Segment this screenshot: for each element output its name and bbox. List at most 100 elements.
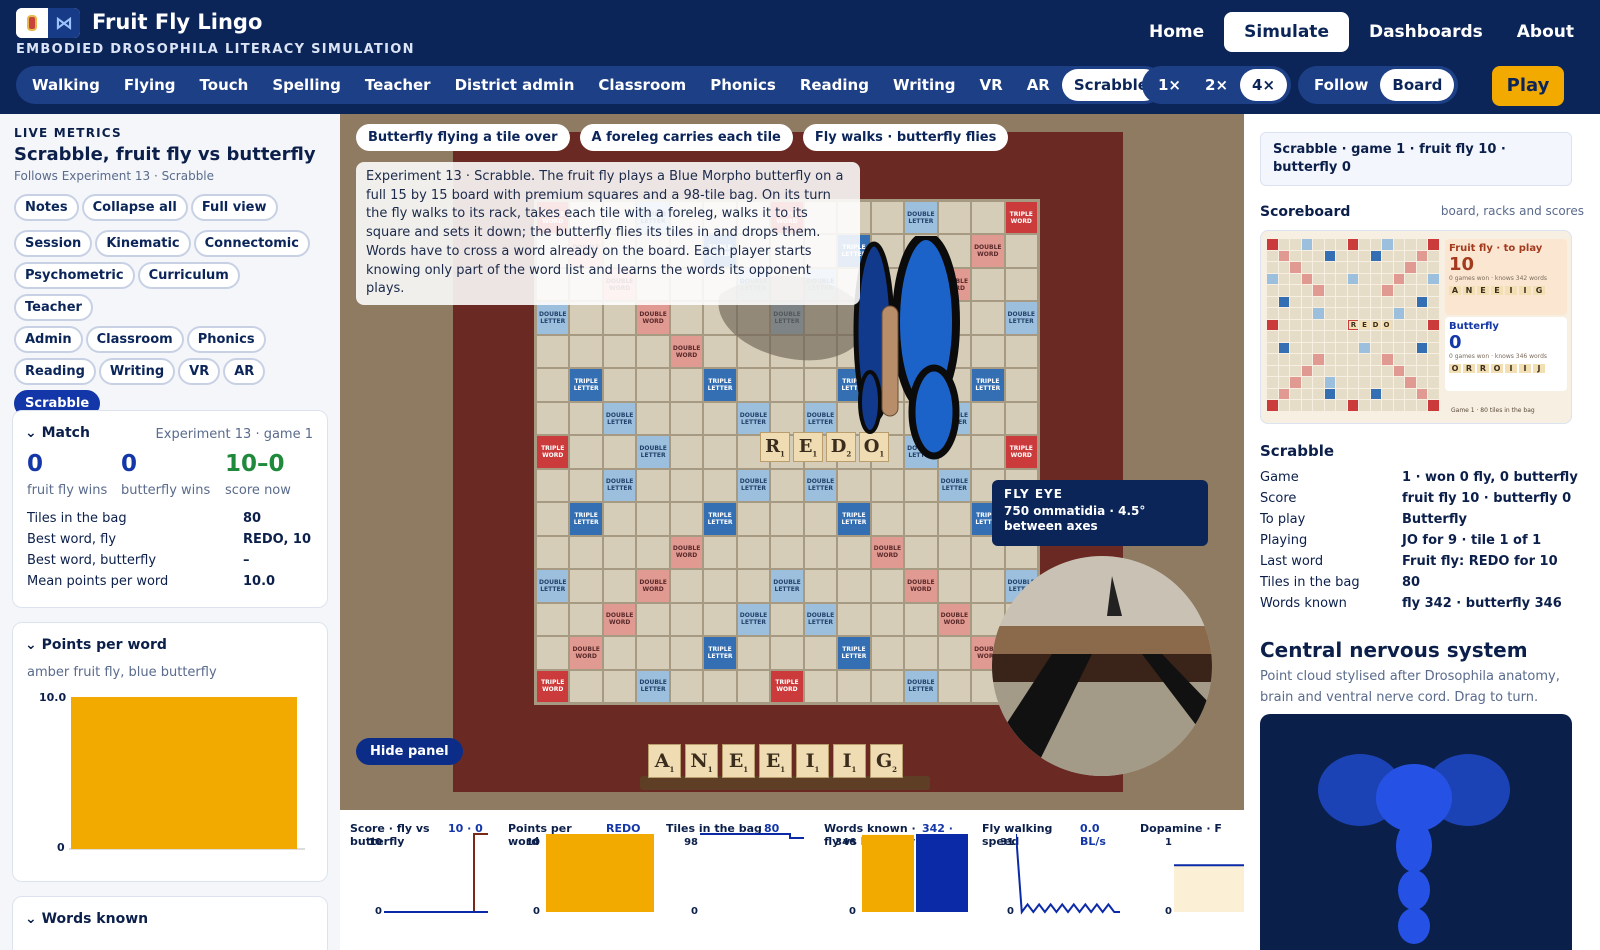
panel-chip-connectomic[interactable]: Connectomic [193,230,310,257]
stat-label: Last word [1260,554,1324,569]
mini-square [1416,262,1428,273]
mode-tab-walking[interactable]: Walking [20,69,112,101]
mini-square [1393,239,1405,250]
mode-tab-touch[interactable]: Touch [188,69,261,101]
mini-square [1313,377,1324,388]
panel-chip-reading[interactable]: Reading [14,358,96,385]
butterfly-logo-icon: ⋈ [48,8,80,38]
mini-square [1347,354,1359,365]
mini-bf-score: 0 [1449,332,1462,353]
mode-tab-flying[interactable]: Flying [112,69,188,101]
panel-chip-ar[interactable]: AR [223,358,266,385]
metric-y-min: 0 [375,906,382,917]
mini-square [1290,296,1301,308]
nav-home[interactable]: Home [1135,12,1218,52]
match-toggle[interactable]: ⌄ Match [25,425,90,441]
board-square [771,402,803,435]
board-square [570,570,602,602]
board-square-dw: DOUBLE WORD [905,570,937,602]
chip-full-view[interactable]: Full view [190,194,278,221]
speed-tab-3[interactable]: 4× [1240,69,1288,101]
mini-square [1313,342,1324,354]
mini-square [1324,285,1336,296]
match-row-label: Tiles in the bag [27,511,127,526]
panel-chip-session[interactable]: Session [14,230,93,257]
panel-chip-psychometric[interactable]: Psychometric [14,262,135,289]
board-square [603,570,636,602]
rack-tile[interactable]: A1 [648,744,681,778]
rack-tile[interactable]: E1 [759,744,792,778]
hide-panel-button[interactable]: Hide panel [356,738,463,765]
mode-tab-ar[interactable]: AR [1015,69,1062,101]
metric-card-score-fly-vs-butterfly: Score · fly vs butterfly 10 · 0 10 0 [344,818,494,948]
mini-square [1370,400,1382,411]
mini-square [1416,285,1428,296]
mode-tab-district-admin[interactable]: District admin [443,69,587,101]
tile-letter: I [842,750,852,772]
mini-square [1370,342,1382,354]
board-square-tl: TRIPLE LETTER [972,369,1004,401]
panel-chip-writing[interactable]: Writing [98,358,176,385]
match-row-value: 10.0 [243,574,276,589]
board-square [972,402,1004,435]
cns-viewer[interactable] [1260,714,1572,950]
panel-chip-kinematic[interactable]: Kinematic [95,230,191,257]
metric-card-dopamine-f: Dopamine · F10 [1134,818,1244,948]
mini-square [1278,377,1290,388]
panel-chip-phonics[interactable]: Phonics [186,326,266,353]
nav-about[interactable]: About [1503,12,1588,52]
mode-tab-classroom[interactable]: Classroom [586,69,698,101]
mode-tab-teacher[interactable]: Teacher [353,69,443,101]
board-square [1005,369,1037,401]
mini-word-tile: R [1349,321,1358,329]
rack-tile[interactable]: I1 [796,744,829,778]
mini-square [1359,354,1370,365]
mini-square [1405,250,1416,262]
board-square [972,202,1004,234]
chip-notes[interactable]: Notes [14,194,79,221]
board-square [905,536,937,569]
play-button[interactable]: Play [1492,66,1564,106]
metric-card-points-per-word: Points per wordREDO 10100 [502,818,654,948]
nav-dashboards[interactable]: Dashboards [1355,12,1497,52]
chip-collapse-all[interactable]: Collapse all [81,194,188,221]
speed-tab-1[interactable]: 1× [1146,69,1193,101]
camera-tab-board[interactable]: Board [1380,69,1455,101]
panel-chip-curriculum[interactable]: Curriculum [137,262,240,289]
rack-tile[interactable]: N1 [685,744,718,778]
mini-square [1347,377,1359,388]
mode-tab-reading[interactable]: Reading [788,69,881,101]
board-square [938,570,971,602]
board-square [804,369,837,401]
mini-rack-tile: I [1505,286,1517,295]
mode-tab-spelling[interactable]: Spelling [260,69,353,101]
words-known-toggle[interactable]: ⌄ Words known [25,911,148,927]
mini-square [1416,388,1428,400]
mini-square [1347,400,1359,411]
panel-chip-admin[interactable]: Admin [14,326,83,353]
ppw-toggle[interactable]: ⌄ Points per word [25,637,167,653]
board-square-tl: TRIPLE LETTER [704,369,736,401]
board-square [570,670,602,702]
nav-simulate[interactable]: Simulate [1224,12,1349,52]
rack-tile[interactable]: G2 [870,744,903,778]
mini-fly-rack: ANEEIIG [1449,286,1563,295]
rack-tile[interactable]: E1 [722,744,755,778]
mode-tab-vr[interactable]: VR [968,69,1015,101]
mini-square [1313,239,1324,250]
camera-tab-follow[interactable]: Follow [1302,69,1380,101]
board-square [637,402,669,435]
mode-tab-writing[interactable]: Writing [881,69,968,101]
simulation-viewport[interactable]: TRIPLE WORDDOUBLE LETTERTRIPLE WORDDOUBL… [340,114,1244,810]
panel-chip-classroom[interactable]: Classroom [85,326,184,353]
mini-square [1278,354,1290,365]
board-square [670,436,703,468]
board-square [938,536,971,569]
panel-subtitle: Follows Experiment 13 · Scrabble [14,169,215,183]
panel-chip-vr[interactable]: VR [178,358,221,385]
speed-tab-2[interactable]: 2× [1193,69,1240,101]
panel-chip-teacher[interactable]: Teacher [14,294,93,321]
mode-tab-phonics[interactable]: Phonics [698,69,788,101]
board-square-dl: DOUBLE LETTER [637,436,669,468]
rack-tile[interactable]: I1 [833,744,866,778]
